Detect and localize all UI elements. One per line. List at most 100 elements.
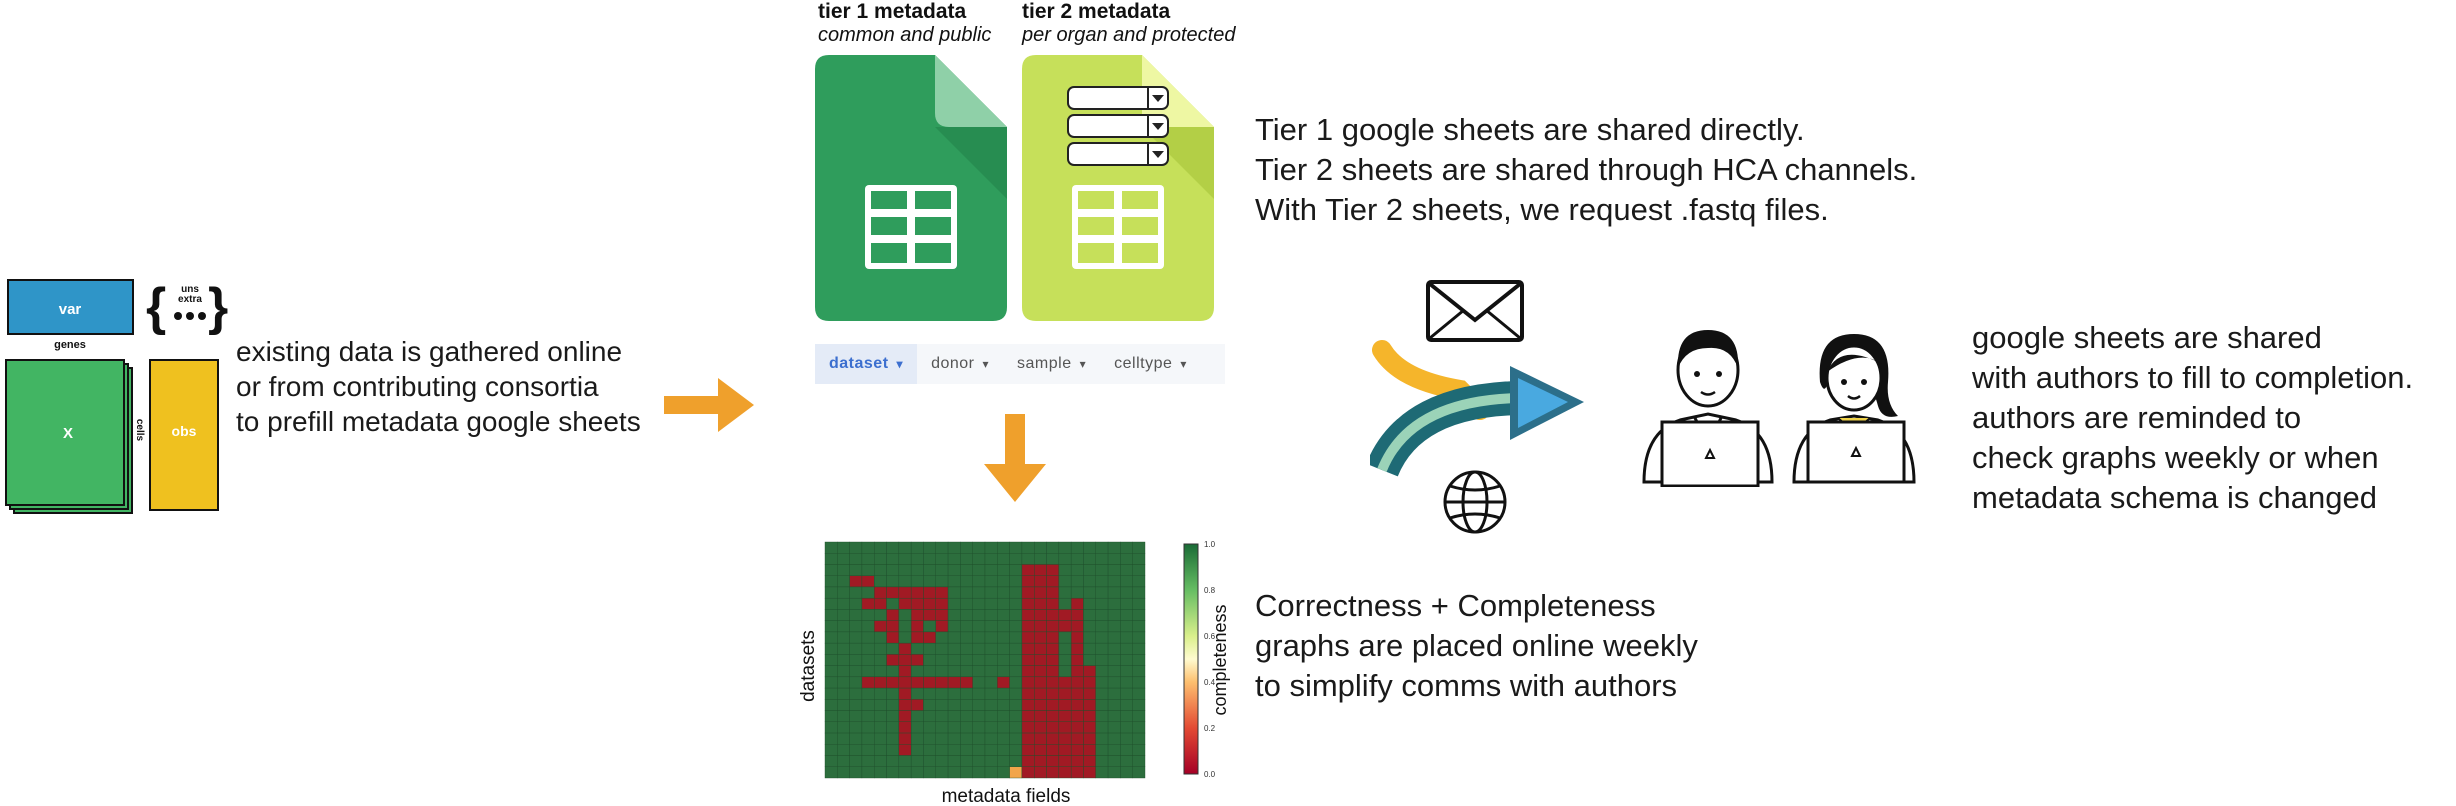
heatmap-cell xyxy=(1021,732,1035,745)
heatmap-cell xyxy=(1107,676,1121,689)
heatmap-cell xyxy=(849,609,863,621)
caption-line: metadata schema is changed xyxy=(1972,480,2377,515)
heatmap-cell xyxy=(824,755,838,767)
heatmap-cell xyxy=(935,721,949,734)
heatmap-cell xyxy=(898,620,912,633)
heatmap-cell xyxy=(849,755,863,767)
heatmap-cell xyxy=(898,744,912,756)
heatmap-cell xyxy=(947,710,961,723)
heatmap-cell xyxy=(898,732,912,745)
heatmap-cell xyxy=(898,654,912,666)
heatmap-cell xyxy=(1083,755,1096,767)
google-sheets-icon xyxy=(815,55,1007,321)
heatmap-cell xyxy=(1070,541,1084,554)
heatmap-cell xyxy=(984,631,998,644)
heatmap-cell xyxy=(1083,699,1096,711)
heatmap-cell xyxy=(972,687,986,700)
heatmap-cell xyxy=(886,575,900,588)
heatmap-cell xyxy=(861,710,875,723)
heatmap-cell xyxy=(1107,642,1121,655)
heatmap-cell xyxy=(935,710,949,723)
heatmap-cell xyxy=(874,676,887,689)
heatmap-cell xyxy=(861,676,875,689)
heatmap-cell xyxy=(1034,732,1047,745)
heatmap-cell xyxy=(1021,687,1035,700)
tab-donor[interactable]: donor xyxy=(917,344,1003,384)
heatmap-cell xyxy=(1021,575,1035,588)
heatmap-cell xyxy=(923,744,936,756)
heatmap-cell xyxy=(861,575,875,588)
heatmap-cell xyxy=(972,766,986,779)
heatmap-cell xyxy=(898,710,912,723)
heatmap-cell xyxy=(984,676,998,689)
heatmap-cell xyxy=(849,732,863,745)
heatmap-cell xyxy=(923,553,936,565)
heatmap-cell xyxy=(984,755,998,767)
heatmap-cell xyxy=(1009,755,1023,767)
heatmap-cell xyxy=(960,541,973,554)
heatmap-cell xyxy=(849,575,863,588)
heatmap-cell xyxy=(910,710,924,723)
caption-line: google sheets are shared xyxy=(1972,320,2322,355)
heatmap-cell xyxy=(824,597,838,610)
heatmap-cell xyxy=(1070,687,1084,700)
heatmap-cell xyxy=(1095,699,1109,711)
heatmap-cell xyxy=(960,766,973,779)
heatmap-cell xyxy=(910,721,924,734)
heatmap-cell xyxy=(898,721,912,734)
heatmap-cell xyxy=(874,620,887,633)
heatmap-cell xyxy=(972,609,986,621)
heatmap-cell xyxy=(824,699,838,711)
heatmap-cell xyxy=(947,575,961,588)
heatmap-cell xyxy=(1120,642,1133,655)
heatmap-cell xyxy=(874,631,887,644)
heatmap-cell xyxy=(1070,575,1084,588)
heatmap-cell xyxy=(1070,665,1084,678)
heatmap-cell xyxy=(997,597,1010,610)
heatmap-cell xyxy=(1021,620,1035,633)
heatmap-cell xyxy=(910,575,924,588)
heatmap-cell xyxy=(1107,710,1121,723)
heatmap-cell xyxy=(1120,710,1133,723)
heatmap-cell xyxy=(1095,609,1109,621)
heatmap-cell xyxy=(935,553,949,565)
heatmap-cell xyxy=(1070,620,1084,633)
heatmap-cell xyxy=(874,744,887,756)
heatmap-cell xyxy=(1046,642,1060,655)
heatmap-cell xyxy=(984,687,998,700)
heatmap-cell xyxy=(910,676,924,689)
heatmap-cell xyxy=(1034,755,1047,767)
heatmap-cell xyxy=(898,586,912,599)
heatmap-cell xyxy=(886,586,900,599)
heatmap-cell xyxy=(935,609,949,621)
heatmap-cell xyxy=(861,665,875,678)
caption-line: with authors to fill to completion. xyxy=(1972,360,2414,395)
heatmap-cell xyxy=(960,631,973,644)
heatmap-cell xyxy=(910,541,924,554)
heatmap-cell xyxy=(1083,687,1096,700)
heatmap-cell xyxy=(824,665,838,678)
heatmap-cell xyxy=(1095,687,1109,700)
heatmap-cell xyxy=(1083,710,1096,723)
caption-line: With Tier 2 sheets, we request .fastq fi… xyxy=(1255,192,1829,227)
heatmap-cell xyxy=(935,586,949,599)
heatmap-cell xyxy=(1132,665,1146,678)
tab-celltype[interactable]: celltype xyxy=(1100,344,1201,384)
heatmap-cell xyxy=(1132,609,1146,621)
uns-brace-right: } xyxy=(208,278,228,336)
heatmap-cell xyxy=(874,564,887,576)
heatmap-cell xyxy=(824,586,838,599)
heatmap-cell xyxy=(947,699,961,711)
tab-dataset[interactable]: dataset xyxy=(815,344,918,384)
heatmap-cell xyxy=(837,665,850,678)
heatmap-cell xyxy=(861,541,875,554)
heatmap-cell xyxy=(1070,597,1084,610)
cells-label: cells xyxy=(134,419,145,442)
heatmap-cell xyxy=(837,710,850,723)
heatmap-cell xyxy=(1095,642,1109,655)
tab-sample[interactable]: sample xyxy=(1003,344,1100,384)
heatmap-cell xyxy=(1132,766,1146,779)
heatmap-cell xyxy=(972,575,986,588)
heatmap-cell xyxy=(984,620,998,633)
uns-brace-left: { xyxy=(146,278,166,336)
